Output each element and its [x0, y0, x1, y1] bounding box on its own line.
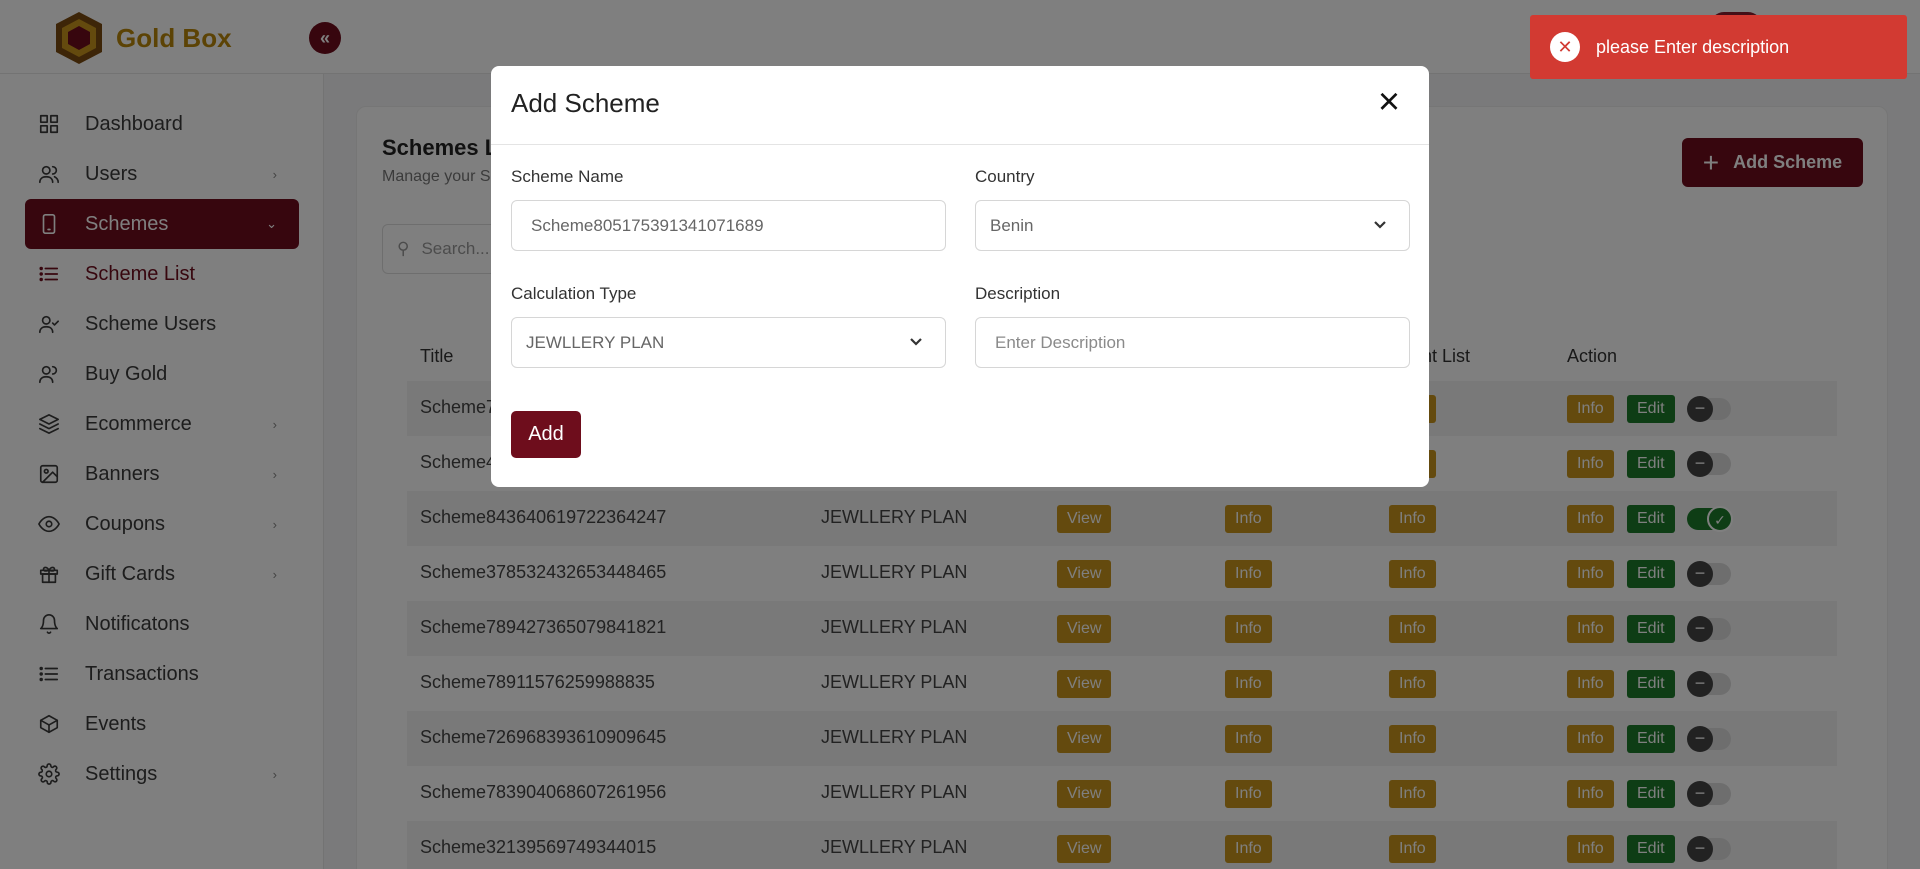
- error-icon: ✕: [1550, 32, 1580, 62]
- chevron-down-icon: [909, 333, 923, 347]
- calc-type-value: JEWLLERY PLAN: [526, 332, 665, 352]
- scheme-name-label: Scheme Name: [511, 167, 624, 186]
- description-label: Description: [975, 284, 1061, 303]
- calc-type-select[interactable]: JEWLLERY PLAN: [511, 317, 946, 368]
- modal-title: Add Scheme: [511, 88, 660, 118]
- country-label: Country: [975, 167, 1035, 186]
- add-scheme-modal: Add Scheme × Scheme Name Scheme805175391…: [491, 66, 1429, 487]
- close-icon[interactable]: ×: [1373, 83, 1405, 121]
- scheme-name-field[interactable]: Scheme805175391341071689: [511, 200, 946, 251]
- error-toast[interactable]: ✕ please Enter description: [1530, 15, 1907, 79]
- description-placeholder: Enter Description: [995, 332, 1126, 352]
- chevron-down-icon: [1373, 216, 1387, 230]
- add-button[interactable]: Add: [511, 411, 581, 458]
- country-select[interactable]: Benin: [975, 200, 1410, 251]
- modal-header: Add Scheme ×: [491, 66, 1429, 145]
- country-value: Benin: [990, 215, 1034, 235]
- scheme-name-value: Scheme805175391341071689: [531, 215, 764, 235]
- calc-type-label: Calculation Type: [511, 284, 637, 303]
- toast-message: please Enter description: [1596, 36, 1790, 57]
- description-field[interactable]: Enter Description: [975, 317, 1410, 368]
